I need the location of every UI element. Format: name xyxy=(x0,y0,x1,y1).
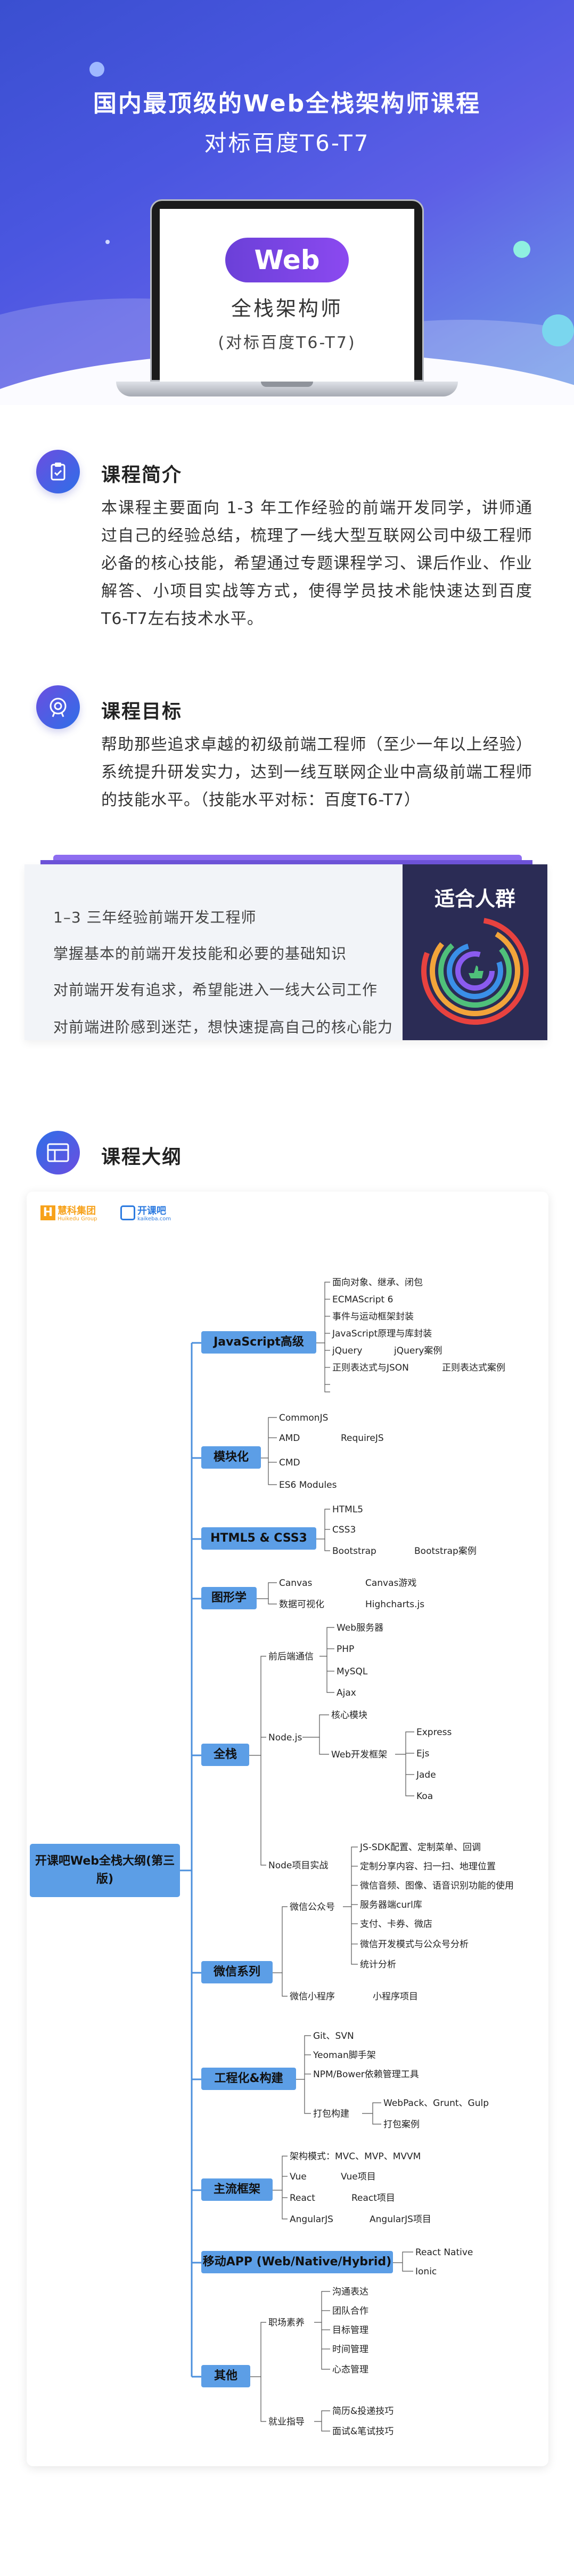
leaf: 服务器端curl库 xyxy=(360,1900,422,1910)
leaf: Koa xyxy=(416,1791,433,1802)
leaf: Canvas游戏 xyxy=(365,1578,417,1589)
leaf: WebPack、Grunt、Gulp xyxy=(383,2098,489,2109)
leaf: jQuery xyxy=(332,1346,363,1356)
sub-node: 微信小程序 xyxy=(290,1991,335,2002)
leaf: Yeoman脚手架 xyxy=(313,2050,376,2061)
leaf: 架构模式：MVC、MVP、MVVM xyxy=(290,2151,421,2162)
leaf: 打包案例 xyxy=(383,2119,420,2130)
leaf: Vue项目 xyxy=(341,2172,376,2182)
leaf: Git、SVN xyxy=(313,2031,354,2042)
leaf: Highcharts.js xyxy=(365,1599,425,1610)
leaf: React项目 xyxy=(351,2193,395,2204)
leaf: 团队合作 xyxy=(332,2306,368,2316)
branch-others: 其他 xyxy=(201,2365,250,2387)
leaf: Vue xyxy=(290,2172,307,2182)
mindmap-connectors xyxy=(180,1282,414,2432)
branch-frameworks: 主流框架 xyxy=(201,2178,273,2201)
leaf: JavaScript原理与库封装 xyxy=(332,1328,432,1339)
sub-node: Node项目实战 xyxy=(268,1860,329,1871)
leaf: 面向对象、继承、闭包 xyxy=(332,1277,423,1288)
leaf: ECMAScript 6 xyxy=(332,1294,393,1305)
leaf: 正则表达式与JSON xyxy=(332,1363,409,1373)
leaf: 定制分享内容、扫一扫、地理位置 xyxy=(360,1861,496,1872)
sub-node: Web开发框架 xyxy=(331,1749,388,1760)
branch-javascript: JavaScript高级 xyxy=(201,1331,316,1354)
leaf: Ajax xyxy=(337,1688,356,1698)
leaf: 沟通表达 xyxy=(332,2287,368,2297)
leaf: 小程序项目 xyxy=(373,1991,418,2002)
branch-mobile-app: 移动APP (Web/Native/Hybrid) xyxy=(201,2251,393,2273)
sub-node: 打包构建 xyxy=(313,2109,349,2119)
leaf: 支付、卡券、微店 xyxy=(360,1919,432,1930)
sub-node: 就业指导 xyxy=(268,2417,305,2427)
leaf: AngularJS项目 xyxy=(370,2214,431,2225)
branch-html5-css3: HTML5 & CSS3 xyxy=(201,1527,316,1550)
leaf: 微信开发模式与公众号分析 xyxy=(360,1939,469,1950)
leaf: jQuery案例 xyxy=(394,1346,442,1356)
sub-node: 职场素养 xyxy=(268,2318,305,2328)
leaf: 统计分析 xyxy=(360,1959,396,1970)
mindmap-root: 开课吧Web全栈大纲(第三版) xyxy=(30,1844,180,1897)
leaf: JS-SDK配置、定制菜单、回调 xyxy=(360,1842,481,1853)
leaf: ES6 Modules xyxy=(279,1480,337,1490)
leaf: Canvas xyxy=(279,1578,313,1589)
sub-node: 核心模块 xyxy=(331,1710,367,1721)
leaf: Jade xyxy=(416,1770,436,1780)
leaf: CommonJS xyxy=(279,1413,329,1423)
sub-node: 微信公众号 xyxy=(290,1902,335,1913)
leaf: 事件与运动框架封装 xyxy=(332,1311,414,1322)
branch-graphics: 图形学 xyxy=(201,1587,257,1609)
leaf: CMD xyxy=(279,1457,300,1468)
leaf: 微信音频、图像、语音识别功能的使用 xyxy=(360,1881,514,1891)
leaf: PHP xyxy=(337,1644,355,1655)
leaf: 目标管理 xyxy=(332,2325,368,2336)
leaf: Ejs xyxy=(416,1748,430,1759)
leaf: 心态管理 xyxy=(332,2364,368,2375)
leaf: 简历&投递技巧 xyxy=(332,2406,394,2417)
branch-fullstack: 全栈 xyxy=(201,1744,249,1766)
leaf: Ionic xyxy=(415,2266,437,2277)
leaf: Web服务器 xyxy=(337,1623,384,1633)
leaf: Bootstrap案例 xyxy=(414,1546,477,1557)
leaf: CSS3 xyxy=(332,1525,356,1535)
leaf: Bootstrap xyxy=(332,1546,376,1557)
sub-node: Node.js xyxy=(268,1732,302,1743)
branch-modular: 模块化 xyxy=(201,1446,261,1469)
branch-engineering: 工程化&构建 xyxy=(201,2068,296,2090)
leaf: 面试&笔试技巧 xyxy=(332,2426,394,2437)
sub-node: 前后端通信 xyxy=(268,1651,314,1662)
leaf: React Native xyxy=(415,2247,473,2258)
branch-wechat: 微信系列 xyxy=(201,1961,273,1983)
leaf: NPM/Bower依赖管理工具 xyxy=(313,2069,419,2080)
leaf: 正则表达式案例 xyxy=(442,1363,505,1373)
leaf: 数据可视化 xyxy=(279,1599,324,1610)
leaf: Express xyxy=(416,1727,452,1738)
leaf: 时间管理 xyxy=(332,2344,368,2355)
leaf: RequireJS xyxy=(341,1433,384,1444)
leaf: AMD xyxy=(279,1433,300,1444)
leaf: AngularJS xyxy=(290,2214,333,2225)
leaf: HTML5 xyxy=(332,1504,364,1515)
leaf: MySQL xyxy=(337,1666,368,1677)
leaf: React xyxy=(290,2193,315,2204)
